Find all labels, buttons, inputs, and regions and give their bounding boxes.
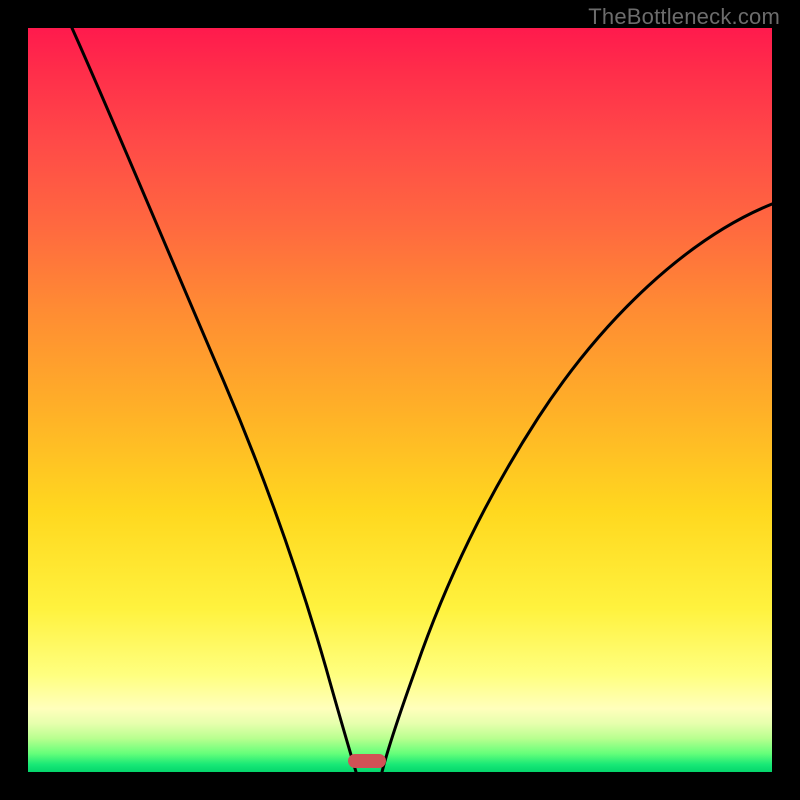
plot-area bbox=[28, 28, 772, 772]
chart-frame bbox=[28, 28, 772, 772]
curve-right-branch bbox=[382, 204, 772, 772]
watermark-text: TheBottleneck.com bbox=[588, 4, 780, 30]
curve-left-branch bbox=[72, 28, 356, 772]
optimal-marker bbox=[348, 754, 386, 768]
chart-curves bbox=[28, 28, 772, 772]
